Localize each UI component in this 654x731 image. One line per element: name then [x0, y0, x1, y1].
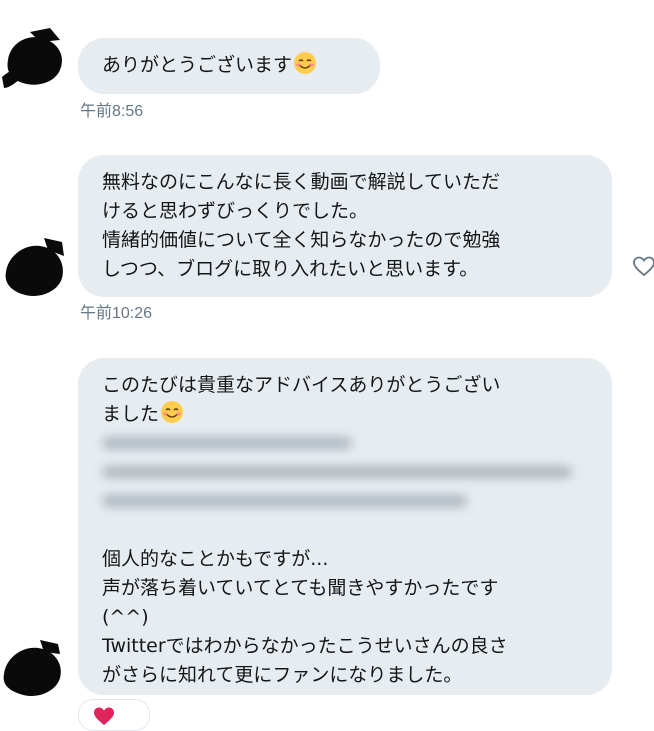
message-text: 情緒的価値について全く知らなかったので勉強	[102, 229, 501, 251]
smiling-face-emoji	[294, 52, 317, 74]
message-text: しつつ、ブログに取り入れたいと思います。	[102, 258, 479, 280]
blurred-redacted-text	[102, 429, 586, 516]
heart-reaction-icon	[94, 707, 114, 725]
heart-reaction-badge[interactable]	[78, 699, 150, 731]
timestamp: 午前10:26	[80, 305, 153, 322]
message-text: Twitterではわからなかったこうせいさんの良さ	[102, 635, 508, 657]
message-bubble[interactable]: 無料なのにこんなに長く動画で解説していただ けると思わずびっくりでした。 情緒的…	[78, 155, 612, 297]
message-text: がさらに知れて更にファンになりました。	[102, 664, 463, 686]
avatar[interactable]	[0, 22, 70, 92]
message-text: ました	[102, 400, 586, 429]
message-text: このたびは貴重なアドバイスありがとうござい	[102, 374, 501, 396]
message-text: けると思わずびっくりでした。	[102, 200, 369, 222]
message-bubble[interactable]: このたびは貴重なアドバイスありがとうござい ました 個人的なことかもですが...…	[78, 358, 612, 695]
timestamp: 午前8:56	[80, 103, 144, 120]
message-text: (^^)	[102, 606, 149, 628]
message-text: 個人的なことかもですが...	[102, 548, 329, 570]
message-text: 無料なのにこんなに長く動画で解説していただ	[102, 171, 501, 193]
smiling-face-emoji	[161, 401, 184, 423]
message-bubble[interactable]: ありがとうございます	[78, 38, 380, 94]
avatar[interactable]	[0, 232, 70, 302]
heart-outline-icon[interactable]	[632, 254, 654, 278]
message-text: 声が落ち着いていてとても聞きやすかったです	[102, 577, 499, 599]
message-text: ありがとうございます	[102, 51, 354, 80]
avatar[interactable]	[0, 632, 70, 702]
